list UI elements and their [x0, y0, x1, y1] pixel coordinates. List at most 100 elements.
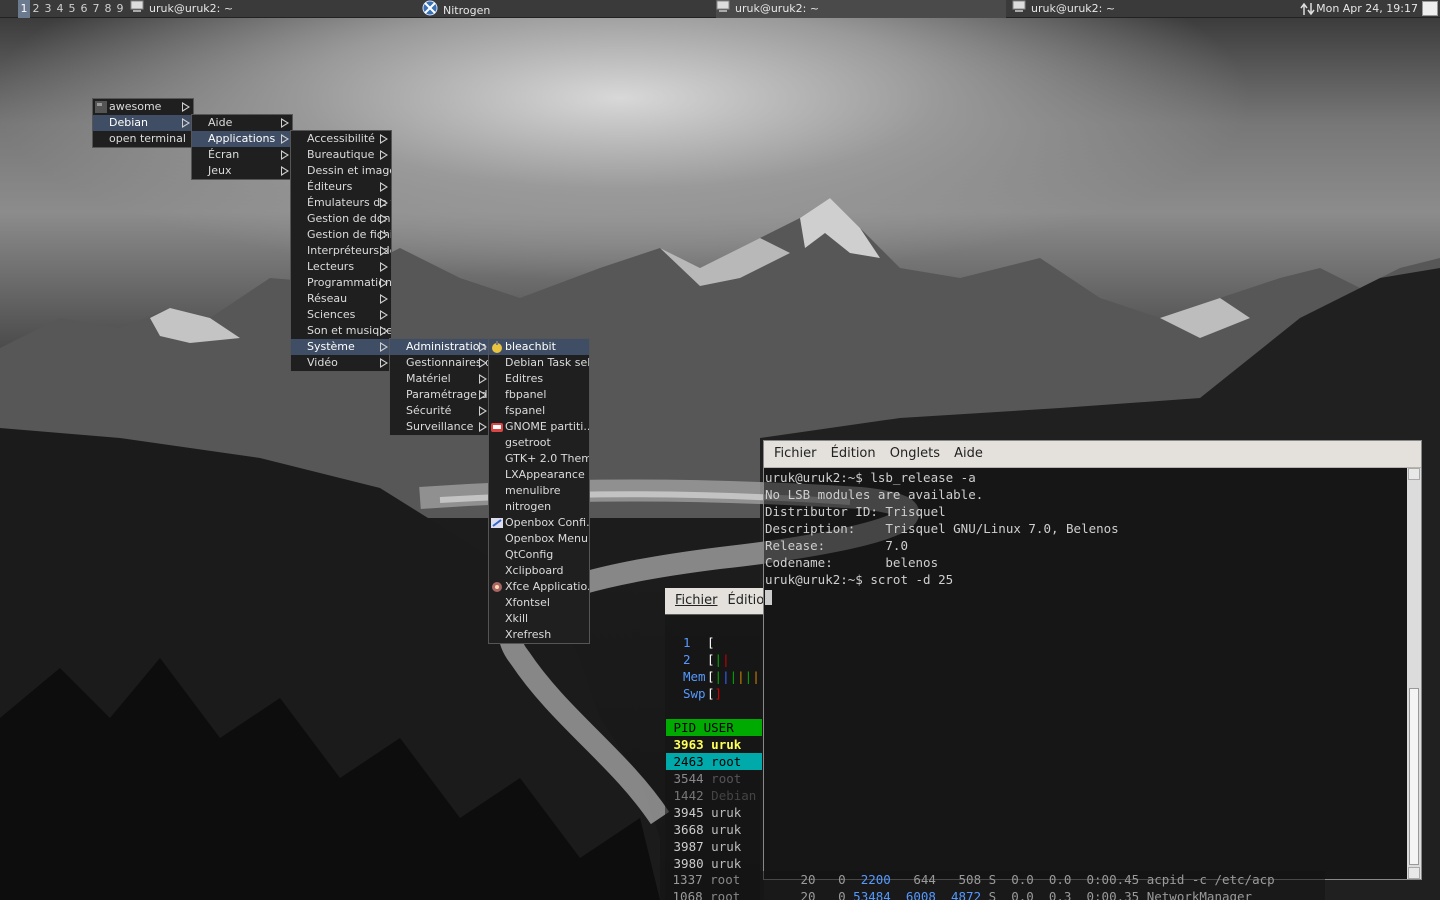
applications-menu-item[interactable]: Interpréteurs de	[291, 243, 391, 259]
admin-menu-item[interactable]: Xfontsel	[489, 595, 589, 611]
root-menu-item[interactable]: open terminal	[93, 131, 193, 147]
xfce-settings-icon	[491, 581, 503, 593]
clock[interactable]: Mon Apr 24, 19:17	[1316, 0, 1418, 18]
htop-output[interactable]: 1 [ 2 [|| Mem [|||||| Swp [] PID USER 39…	[665, 614, 764, 900]
admin-menu-item[interactable]: Xfce Applicatio...	[489, 579, 589, 595]
scroll-thumb[interactable]	[1409, 688, 1419, 865]
admin-menu-item[interactable]: Openbox Menu E	[489, 531, 589, 547]
root-menu-item[interactable]: Debian	[93, 115, 193, 131]
terminal-icon	[716, 0, 730, 18]
bleachbit-icon	[491, 341, 503, 353]
menu-fichier[interactable]: Fichier	[675, 593, 718, 608]
applications-menu-item[interactable]: Son et musique	[291, 323, 391, 339]
menu-item-label: Gestionnaires de	[406, 356, 490, 369]
debian-menu-item[interactable]: Aide	[192, 115, 292, 131]
menu-item-label: Sécurité	[406, 404, 452, 417]
workspace-2[interactable]: 2	[30, 0, 42, 18]
debian-menu-item[interactable]: Applications	[192, 131, 292, 147]
debian-menu-item[interactable]: Jeux	[192, 163, 292, 179]
admin-menu-item[interactable]: LXAppearance	[489, 467, 589, 483]
workspace-3[interactable]: 3	[42, 0, 54, 18]
gparted-icon	[491, 421, 503, 433]
systeme-menu-item[interactable]: Surveillance	[390, 419, 490, 435]
htop-terminal-window[interactable]: Fichier Éditio 1 [ 2 [|| Mem [|||||| Swp …	[665, 588, 764, 900]
workspace-8[interactable]: 8	[102, 0, 114, 18]
admin-menu-item[interactable]: menulibre	[489, 483, 589, 499]
workspace-5[interactable]: 5	[66, 0, 78, 18]
swp-bar: []	[707, 686, 723, 701]
terminal-window[interactable]: Fichier Édition Onglets Aide uruk@uruk2:…	[763, 440, 1422, 880]
admin-menu-item[interactable]: Xclipboard	[489, 563, 589, 579]
root-menu-item[interactable]: awesome	[93, 99, 193, 115]
process-row[interactable]: 3668 uruk	[666, 821, 762, 838]
swp-label: Swp	[683, 686, 706, 701]
menu-fichier[interactable]: Fichier	[774, 446, 817, 461]
applications-menu-item[interactable]: Dessin et image	[291, 163, 391, 179]
workspace-1[interactable]: 1	[18, 0, 30, 18]
admin-menu-item[interactable]: QtConfig	[489, 547, 589, 563]
applications-menu-item[interactable]: Programmation	[291, 275, 391, 291]
workspace-7[interactable]: 7	[90, 0, 102, 18]
applications-menu-item[interactable]: Système	[291, 339, 391, 355]
menu-onglets[interactable]: Onglets	[890, 446, 940, 461]
applications-menu-item[interactable]: Réseau	[291, 291, 391, 307]
taskbar-item-nitrogen[interactable]: Nitrogen	[422, 0, 707, 18]
admin-menu-item[interactable]: gsetroot	[489, 435, 589, 451]
systeme-menu-item[interactable]: Gestionnaires de	[390, 355, 490, 371]
taskbar-item-terminal-3[interactable]: uruk@uruk2: ~	[1012, 0, 1292, 18]
process-row[interactable]: 3963 uruk	[666, 736, 762, 753]
workspace-4[interactable]: 4	[54, 0, 66, 18]
admin-menu-item[interactable]: Openbox Confi...	[489, 515, 589, 531]
systeme-menu-item[interactable]: Administration	[390, 339, 490, 355]
process-row[interactable]: 3980 uruk	[666, 855, 762, 872]
menu-edition[interactable]: Éditio	[728, 593, 765, 608]
layout-icon[interactable]	[1422, 1, 1438, 16]
applications-menu-item[interactable]: Bureautique	[291, 147, 391, 163]
applications-menu-item[interactable]: Vidéo	[291, 355, 391, 371]
submenu-arrow-icon	[380, 326, 388, 336]
scroll-down-arrow-icon[interactable]	[1408, 867, 1420, 879]
process-row[interactable]: 1068 root 20 0 53484 6008 4872 S 0.0 0.3…	[665, 888, 1325, 900]
taskbar-item-terminal-2[interactable]: uruk@uruk2: ~	[716, 0, 1006, 18]
terminal-output[interactable]: uruk@uruk2:~$ lsb_release -a No LSB modul…	[764, 468, 1407, 879]
applications-menu-item[interactable]: Lecteurs	[291, 259, 391, 275]
process-row[interactable]: 1442 Debian	[666, 787, 762, 804]
scroll-up-arrow-icon[interactable]	[1408, 468, 1420, 480]
taskbar-item-terminal-1[interactable]: uruk@uruk2: ~	[130, 0, 415, 18]
menu-aide[interactable]: Aide	[954, 446, 983, 461]
applications-menu-item[interactable]: Gestion de donn	[291, 211, 391, 227]
admin-menu-item[interactable]: fbpanel	[489, 387, 589, 403]
admin-menu-item[interactable]: bleachbit	[489, 339, 589, 355]
process-row[interactable]: 3987 uruk	[666, 838, 762, 855]
menu-item-label: Gestion de donn	[307, 212, 391, 225]
admin-menu-item[interactable]: Xkill	[489, 611, 589, 627]
systeme-menu-item[interactable]: Paramétrage de	[390, 387, 490, 403]
admin-menu-item[interactable]: nitrogen	[489, 499, 589, 515]
process-row[interactable]: 3544 root	[666, 770, 762, 787]
applications-menu-item[interactable]: Gestion de fichie	[291, 227, 391, 243]
process-row[interactable]: 1337 root 20 0 2200 644 508 S 0.0 0.0 0:…	[665, 871, 1325, 888]
applications-menu-item[interactable]: Éditeurs	[291, 179, 391, 195]
admin-menu-item[interactable]: fspanel	[489, 403, 589, 419]
admin-menu-item[interactable]: Editres	[489, 371, 589, 387]
process-row[interactable]: 2463 root	[666, 753, 762, 770]
terminal-scrollbar[interactable]	[1407, 468, 1421, 879]
systeme-menu-item[interactable]: Matériel	[390, 371, 490, 387]
network-updown-icon[interactable]	[1300, 2, 1316, 19]
nitrogen-icon	[422, 0, 438, 22]
admin-menu-item[interactable]: GTK+ 2.0 Theme	[489, 451, 589, 467]
workspace-9[interactable]: 9	[114, 0, 126, 18]
applications-menu-item[interactable]: Émulateurs de te	[291, 195, 391, 211]
systeme-menu-item[interactable]: Sécurité	[390, 403, 490, 419]
admin-menu-item[interactable]: Xrefresh	[489, 627, 589, 643]
process-row[interactable]: 3945 uruk	[666, 804, 762, 821]
applications-menu-item[interactable]: Sciences	[291, 307, 391, 323]
menu-item-label: Xrefresh	[505, 628, 552, 641]
admin-menu-item[interactable]: Debian Task sele	[489, 355, 589, 371]
applications-menu-item[interactable]: Accessibilité	[291, 131, 391, 147]
menu-item-label: Bureautique	[307, 148, 375, 161]
admin-menu-item[interactable]: GNOME partiti...	[489, 419, 589, 435]
debian-menu-item[interactable]: Écran	[192, 147, 292, 163]
workspace-6[interactable]: 6	[78, 0, 90, 18]
menu-edition[interactable]: Édition	[831, 446, 876, 461]
